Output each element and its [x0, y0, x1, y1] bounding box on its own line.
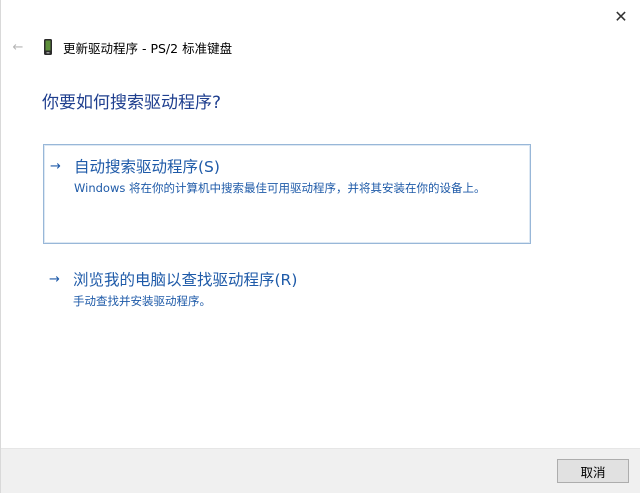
- option-description: 手动查找并安装驱动程序。: [73, 294, 211, 308]
- cancel-button[interactable]: 取消: [557, 459, 629, 483]
- update-driver-dialog: ✕ ← 更新驱动程序 - PS/2 标准键盘 你要如何搜索驱动程序? → 自动搜…: [0, 0, 640, 493]
- title-row: 更新驱动程序 - PS/2 标准键盘: [41, 37, 232, 57]
- option-title: 浏览我的电脑以查找驱动程序(R): [73, 271, 298, 289]
- option-head: → 浏览我的电脑以查找驱动程序(R): [49, 268, 531, 290]
- back-button[interactable]: ←: [9, 36, 27, 58]
- option-title: 自动搜索驱动程序(S): [74, 158, 220, 176]
- window-title: 更新驱动程序 - PS/2 标准键盘: [63, 40, 233, 56]
- close-button[interactable]: ✕: [601, 0, 640, 32]
- close-icon: ✕: [614, 6, 628, 26]
- arrow-right-icon: →: [49, 271, 60, 287]
- option-head: → 自动搜索驱动程序(S): [50, 155, 530, 177]
- arrow-right-icon: →: [50, 158, 61, 174]
- footer-bar: 取消: [1, 448, 640, 493]
- keyboard-device-icon: [44, 39, 52, 55]
- page-heading: 你要如何搜索驱动程序?: [42, 93, 222, 113]
- back-arrow-icon: ←: [12, 39, 24, 55]
- option-auto-search[interactable]: → 自动搜索驱动程序(S) Windows 将在你的计算机中搜索最佳可用驱动程序…: [43, 144, 531, 244]
- option-description: Windows 将在你的计算机中搜索最佳可用驱动程序，并将其安装在你的设备上。: [74, 181, 486, 195]
- option-browse-computer[interactable]: → 浏览我的电脑以查找驱动程序(R) 手动查找并安装驱动程序。: [43, 258, 531, 314]
